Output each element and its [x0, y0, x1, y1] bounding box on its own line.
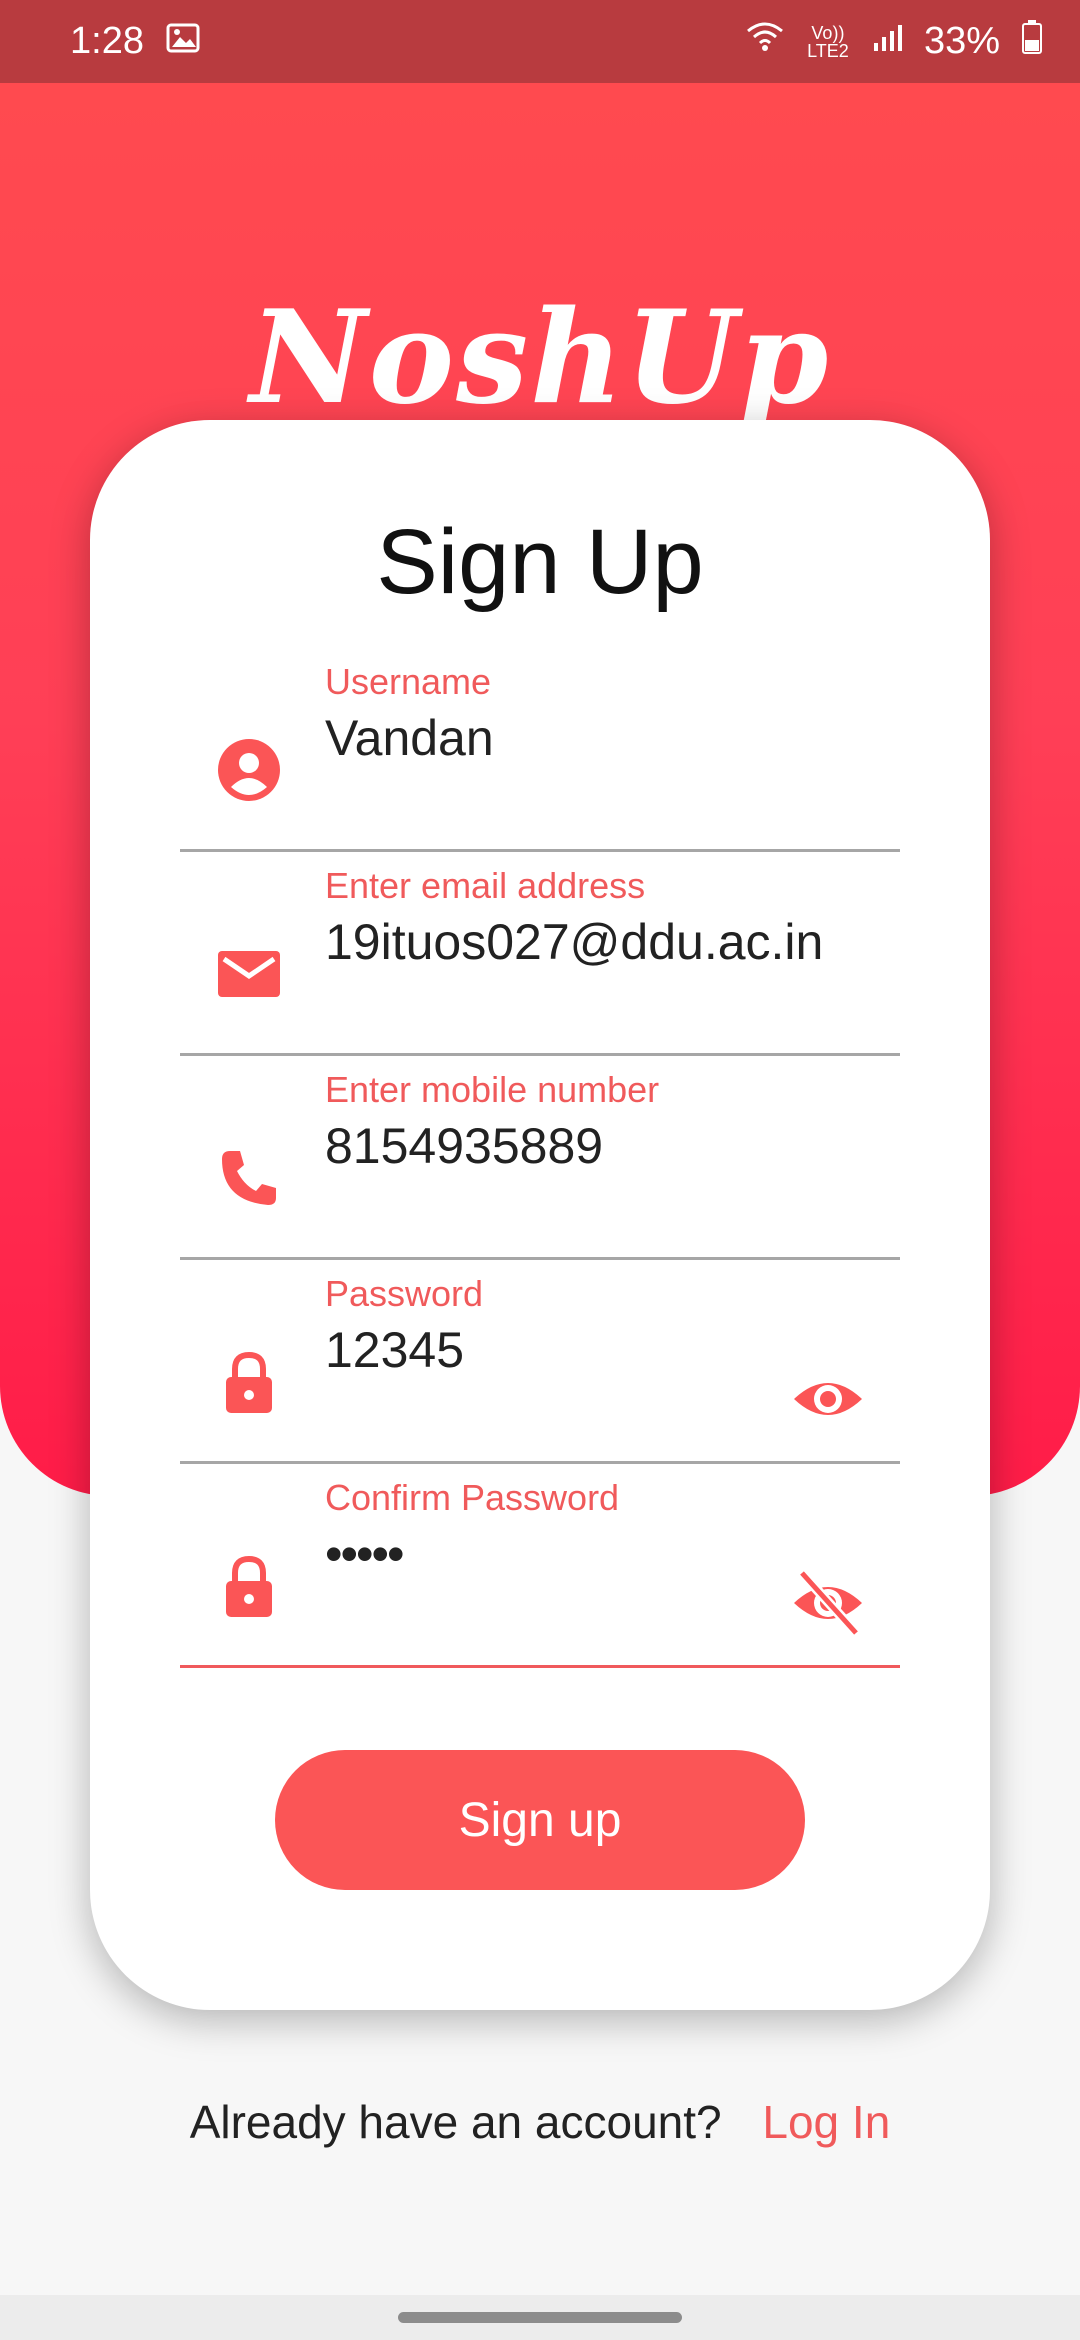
status-time: 1:28 — [70, 20, 144, 62]
status-left: 1:28 — [70, 20, 200, 63]
email-field[interactable]: Enter email address 19ituos027@ddu.ac.in — [180, 849, 900, 1056]
brand-logo: NoshUp — [249, 283, 831, 433]
signup-button[interactable]: Sign up — [275, 1750, 805, 1890]
email-label: Enter email address — [325, 865, 646, 906]
lock-icon — [226, 1351, 272, 1413]
confirm-password-value[interactable]: ••••• — [325, 1525, 405, 1583]
battery-percent: 33% — [923, 20, 1000, 62]
status-bar: 1:28 Vo)) LTE2 33% — [0, 0, 1080, 83]
phone-value[interactable]: 8154935889 — [325, 1117, 603, 1175]
page-title: Sign Up — [376, 511, 704, 613]
login-prompt: Already have an account? Log In — [0, 2095, 1080, 2149]
gesture-navigation-bar — [0, 2295, 1080, 2340]
login-link[interactable]: Log In — [762, 2096, 890, 2148]
password-field[interactable]: Password 12345 — [180, 1257, 900, 1464]
signal-icon — [872, 20, 902, 63]
eye-off-icon[interactable] — [792, 1567, 864, 1639]
username-field[interactable]: Username Vandan — [180, 645, 900, 852]
person-icon — [218, 739, 280, 801]
phone-icon — [222, 1151, 276, 1205]
password-value[interactable]: 12345 — [325, 1321, 464, 1379]
gallery-icon — [166, 20, 200, 63]
email-value[interactable]: 19ituos027@ddu.ac.in — [325, 913, 823, 971]
username-label: Username — [325, 661, 492, 702]
mail-icon — [218, 951, 280, 997]
signup-card: Sign Up Username Vandan Enter email addr… — [90, 420, 990, 2010]
password-label: Password — [325, 1273, 484, 1314]
phone-field[interactable]: Enter mobile number 8154935889 — [180, 1053, 900, 1260]
status-right: Vo)) LTE2 33% — [746, 19, 1042, 64]
confirm-password-field[interactable]: Confirm Password ••••• — [180, 1461, 900, 1668]
battery-icon — [1022, 19, 1042, 64]
lock-icon — [226, 1555, 272, 1617]
eye-icon[interactable] — [792, 1363, 864, 1435]
login-prompt-text: Already have an account? — [189, 2096, 722, 2148]
phone-label: Enter mobile number — [325, 1069, 660, 1110]
confirm-password-label: Confirm Password — [325, 1477, 620, 1518]
home-handle[interactable] — [398, 2312, 682, 2323]
wifi-icon — [746, 20, 784, 63]
username-value[interactable]: Vandan — [325, 709, 494, 767]
network-label: Vo)) LTE2 — [807, 22, 849, 61]
